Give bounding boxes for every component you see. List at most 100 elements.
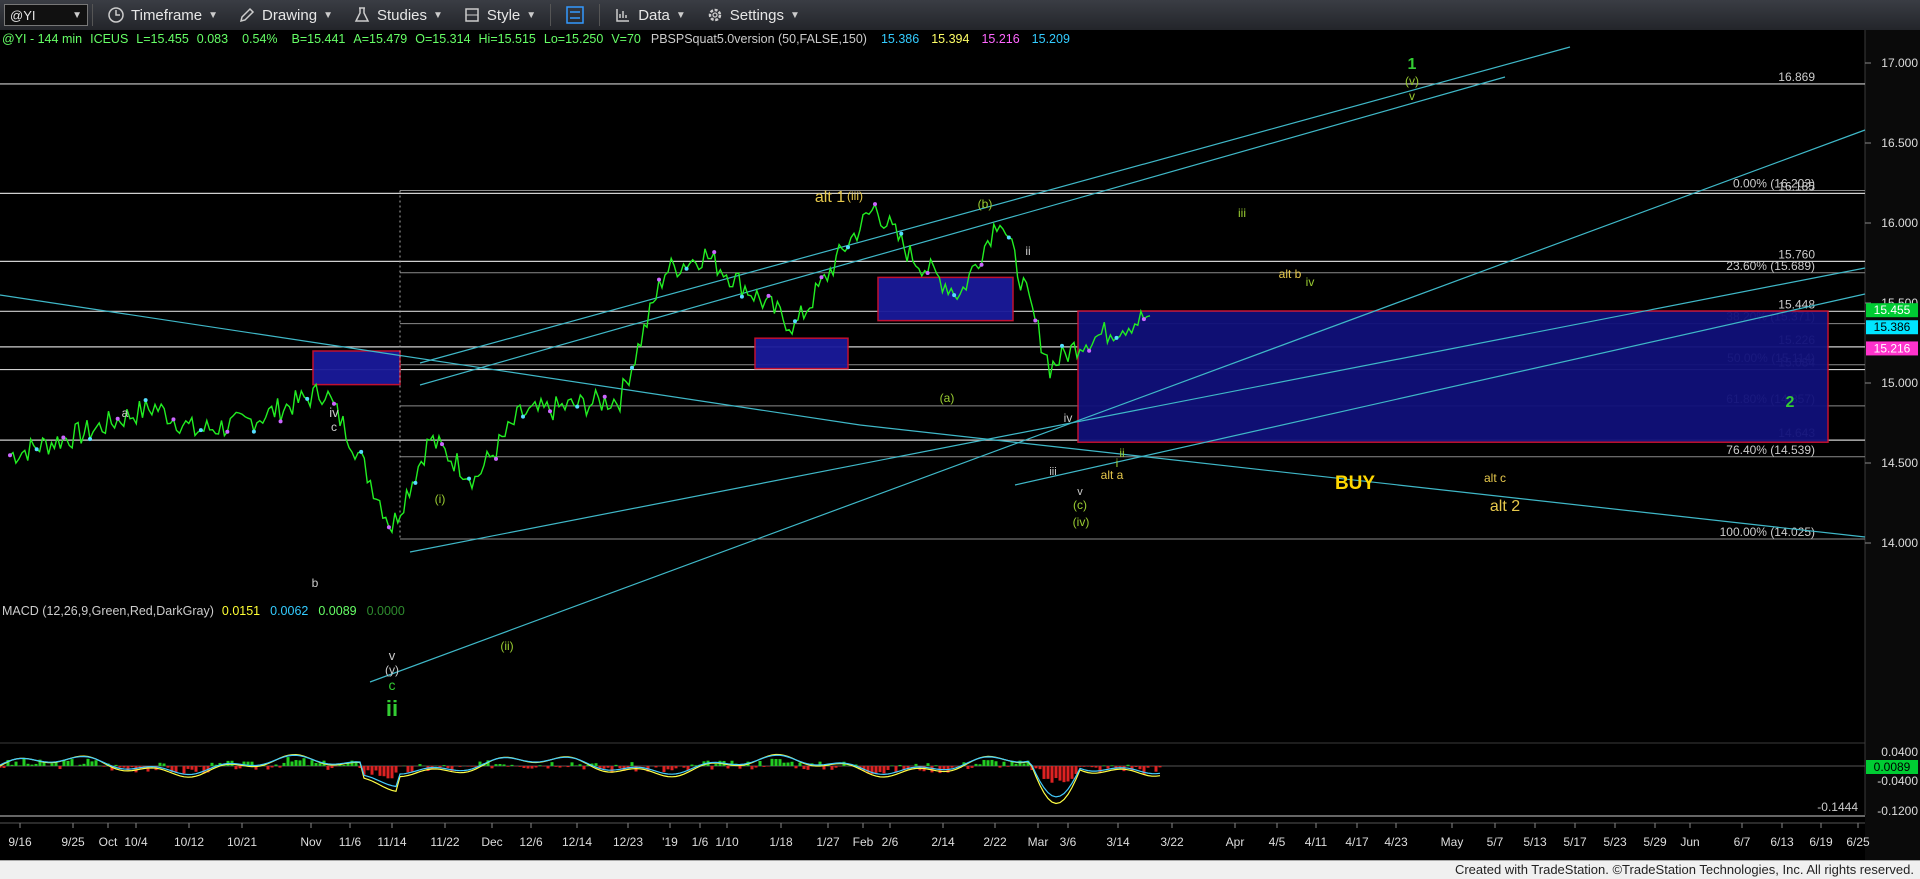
wave-label: iii — [1238, 206, 1246, 220]
studies-menu[interactable]: Studies ▼ — [343, 0, 453, 30]
header-bid: B=15.441 — [292, 32, 346, 46]
swing-marker — [413, 480, 418, 485]
wave-label: iii — [1049, 466, 1056, 478]
time-tick-label: 4/17 — [1345, 835, 1369, 849]
time-tick-label: 3/22 — [1160, 835, 1184, 849]
wave-label: c — [389, 677, 396, 693]
wave-label: (b) — [978, 197, 993, 211]
time-tick-label: 1/10 — [715, 835, 739, 849]
time-tick-label: 6/25 — [1846, 835, 1870, 849]
zone-box — [754, 337, 849, 370]
time-tick-label: May — [1441, 835, 1464, 849]
level-label: 16.185 — [1778, 179, 1815, 193]
swing-marker — [979, 262, 984, 267]
wave-label: v — [1077, 486, 1083, 498]
swing-marker — [171, 417, 176, 422]
time-tick-label: 9/25 — [61, 835, 85, 849]
symbol-selector[interactable]: @YI ▼ — [4, 4, 88, 26]
drawing-menu[interactable]: Drawing ▼ — [228, 0, 343, 30]
wave-label: iv — [1306, 275, 1315, 289]
time-tick-label: Jun — [1680, 835, 1699, 849]
wave-label: iv — [329, 405, 339, 420]
header-change: 0.083 — [197, 32, 228, 46]
wave-label: ii — [386, 696, 398, 721]
swing-marker — [1006, 235, 1011, 240]
study-value-4: 15.209 — [1032, 32, 1070, 46]
swing-marker — [34, 447, 39, 452]
flask-icon — [354, 7, 370, 22]
time-tick-label: '19 — [662, 835, 678, 849]
header-low: Lo=15.250 — [544, 32, 603, 46]
swing-marker — [1060, 343, 1064, 348]
swing-marker — [88, 436, 92, 441]
time-tick-label: 10/12 — [174, 835, 204, 849]
swing-marker — [251, 429, 256, 434]
price-chart[interactable]: @YI - 144 min ICEUS L=15.455 0.083 0.54% B=15… — [0, 30, 1920, 860]
header-ask: A=15.479 — [353, 32, 407, 46]
time-tick-label: 5/23 — [1603, 835, 1627, 849]
time-tick-label: Oct — [99, 835, 118, 849]
wave-label: 2 — [1786, 394, 1795, 411]
time-tick-label: 5/17 — [1563, 835, 1587, 849]
time-tick-label: 2/6 — [882, 835, 899, 849]
macd-tag-label: 0.0089 — [1874, 760, 1911, 774]
data-menu[interactable]: Data ▼ — [604, 0, 696, 30]
wave-label: b — [312, 576, 319, 590]
wave-label: alt 1 — [815, 189, 845, 206]
time-tick-label: 2/22 — [983, 835, 1007, 849]
swing-marker — [494, 456, 498, 461]
price-tick-label: 17.000 — [1881, 56, 1918, 70]
macd-label: MACD (12,26,9,Green,Red,DarkGray) — [2, 604, 214, 618]
zone-box — [1077, 310, 1829, 443]
level-label: 16.869 — [1778, 70, 1815, 84]
price-tag-label: 15.216 — [1874, 341, 1911, 355]
time-tick-label: 6/19 — [1809, 835, 1833, 849]
wave-label: (v) — [1405, 74, 1419, 88]
study-value-1: 15.386 — [881, 32, 919, 46]
settings-menu[interactable]: Settings ▼ — [696, 0, 810, 30]
time-tick-label: 5/7 — [1487, 835, 1504, 849]
style-menu[interactable]: Style ▼ — [453, 0, 546, 30]
swing-marker — [198, 428, 203, 433]
header-open: O=15.314 — [415, 32, 470, 46]
price-axis-panel — [1865, 30, 1920, 860]
time-tick-label: Feb — [853, 835, 874, 849]
drawing-label: Drawing — [262, 6, 318, 24]
swing-marker — [359, 449, 364, 454]
chevron-down-icon: ▼ — [323, 9, 333, 21]
toolbar-divider — [599, 4, 601, 26]
toolbar: @YI ▼ Timeframe ▼ Drawing ▼ Studies ▼ St… — [0, 0, 1920, 31]
time-tick-label: 6/13 — [1770, 835, 1794, 849]
swing-marker — [61, 435, 66, 440]
pencil-icon — [240, 7, 255, 23]
macd-tick-label: 0.0400 — [1881, 745, 1918, 759]
wave-label: alt 2 — [1490, 498, 1520, 515]
chevron-down-icon: ▼ — [433, 9, 443, 21]
swing-marker — [602, 394, 607, 399]
layout-button[interactable] — [555, 0, 595, 30]
time-tick-label: 10/4 — [124, 835, 148, 849]
wave-label: c — [331, 420, 337, 434]
macd-tick-label: -0.0400 — [1877, 774, 1918, 788]
swing-marker — [115, 416, 120, 421]
wave-label: alt c — [1484, 471, 1506, 485]
timeframe-menu[interactable]: Timeframe ▼ — [97, 0, 228, 30]
time-tick-label: 4/11 — [1305, 835, 1328, 849]
wave-label: i — [1116, 456, 1119, 470]
wave-label: (i) — [435, 492, 446, 506]
gear-icon — [708, 8, 722, 22]
layout-icon — [566, 6, 584, 24]
toolbar-divider — [92, 4, 93, 26]
time-tick-label: 1/6 — [692, 835, 709, 849]
wave-label: v — [389, 648, 396, 663]
swing-marker — [766, 293, 771, 298]
swing-marker — [440, 442, 444, 447]
wave-label: (c) — [1073, 498, 1087, 512]
swing-marker — [548, 409, 552, 414]
data-label: Data — [638, 6, 670, 24]
clock-icon — [108, 7, 124, 23]
time-tick-label: 11/6 — [339, 835, 362, 849]
toolbar-divider — [550, 4, 552, 26]
macd-value-3: 0.0089 — [318, 604, 356, 618]
time-tick-label: 6/7 — [1734, 835, 1751, 849]
